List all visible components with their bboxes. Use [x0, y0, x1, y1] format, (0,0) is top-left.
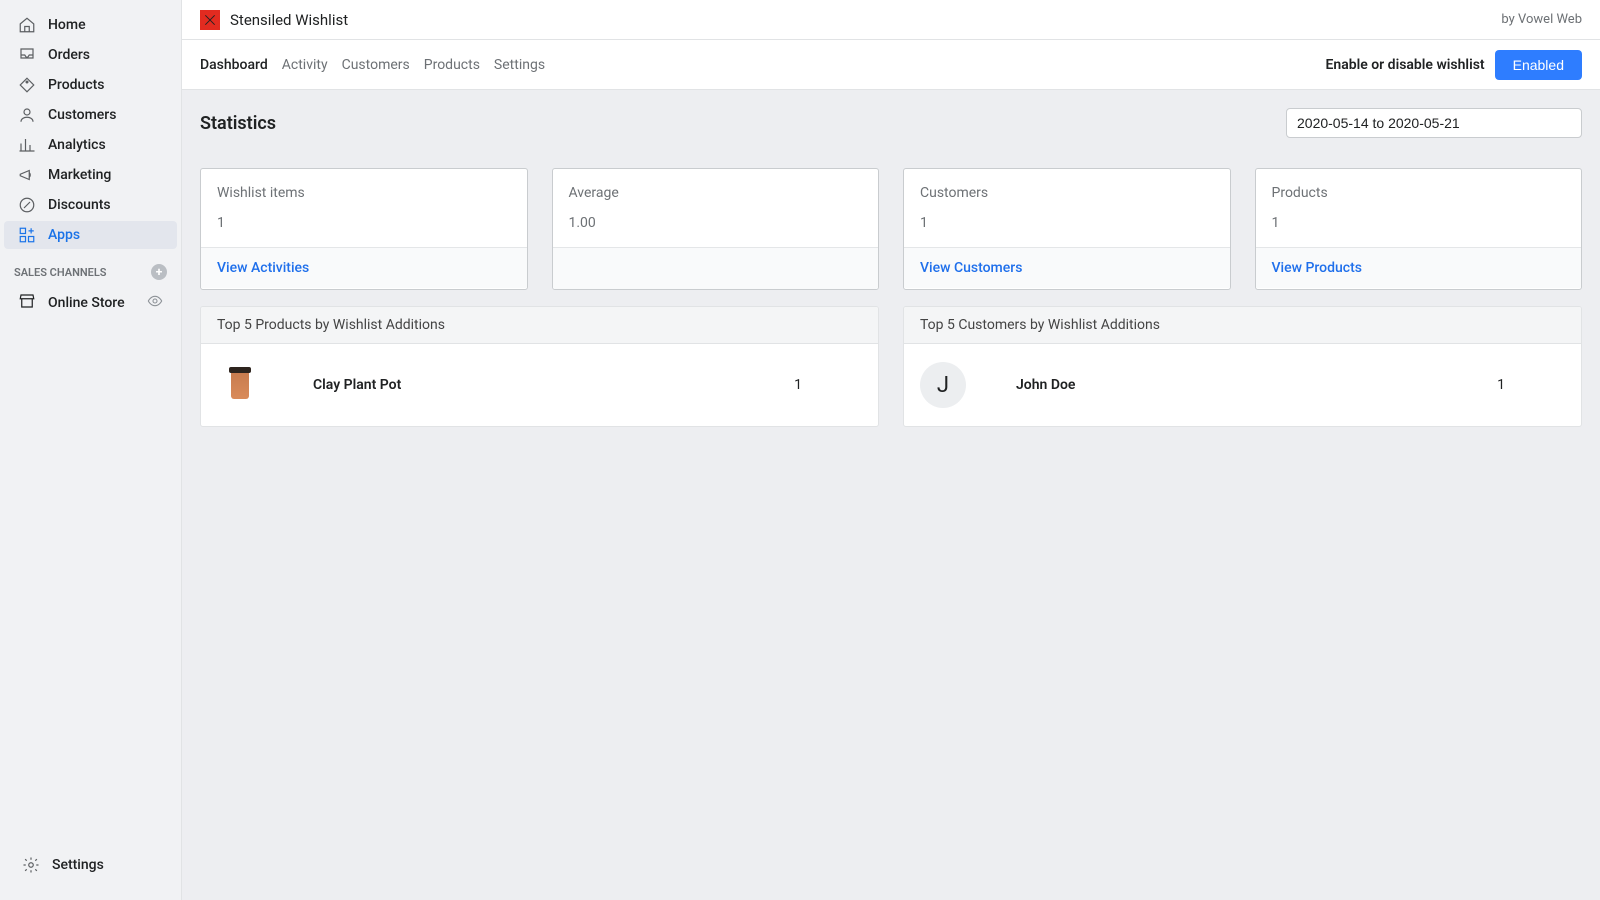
gear-icon [22, 856, 40, 874]
panel-header: Top 5 Products by Wishlist Additions [201, 307, 878, 344]
sidebar-item-settings[interactable]: Settings [8, 851, 173, 879]
sidebar-item-label: Orders [48, 47, 90, 63]
sidebar: Home Orders Products Customers Analytics… [0, 0, 182, 900]
card-value: 1 [1272, 215, 1566, 231]
sidebar-item-label: Analytics [48, 137, 106, 153]
card-value: 1.00 [569, 215, 863, 231]
date-range-input[interactable] [1286, 108, 1582, 138]
discount-icon [18, 196, 36, 214]
tab-products[interactable]: Products [424, 43, 480, 87]
customer-count: 1 [1497, 377, 1565, 393]
product-name: Clay Plant Pot [313, 377, 794, 393]
panel-top-customers: Top 5 Customers by Wishlist Additions J … [903, 306, 1582, 427]
product-count: 1 [794, 377, 862, 393]
sidebar-item-label: Products [48, 77, 105, 93]
sidebar-item-label: Home [48, 17, 86, 33]
sidebar-item-label: Marketing [48, 167, 111, 183]
product-thumbnail [217, 362, 263, 408]
sales-channels-header: SALES CHANNELS + [0, 250, 181, 286]
tab-activity[interactable]: Activity [282, 43, 328, 87]
view-activities-link[interactable]: View Activities [217, 260, 309, 276]
app-by-label: by Vowel Web [1501, 12, 1582, 27]
sidebar-item-marketing[interactable]: Marketing [4, 161, 177, 189]
card-wishlist-items: Wishlist items 1 View Activities [200, 168, 528, 290]
sidebar-item-label: Settings [52, 857, 104, 873]
channel-label: Online Store [48, 295, 125, 311]
avatar: J [920, 362, 966, 408]
tab-settings[interactable]: Settings [494, 43, 545, 87]
app-header: Stensiled Wishlist by Vowel Web [182, 0, 1600, 40]
sidebar-item-customers[interactable]: Customers [4, 101, 177, 129]
view-customers-link[interactable]: View Customers [920, 260, 1022, 276]
tab-customers[interactable]: Customers [342, 43, 410, 87]
analytics-icon [18, 136, 36, 154]
app-title: Stensiled Wishlist [230, 11, 348, 29]
user-icon [18, 106, 36, 124]
card-label: Customers [920, 185, 1214, 201]
apps-icon [18, 226, 36, 244]
card-label: Wishlist items [217, 185, 511, 201]
card-products: Products 1 View Products [1255, 168, 1583, 290]
card-value: 1 [217, 215, 511, 231]
sidebar-channel-online-store[interactable]: Online Store [4, 287, 177, 319]
tabbar: Dashboard Activity Customers Products Se… [182, 40, 1600, 90]
eye-icon[interactable] [147, 293, 163, 313]
sidebar-item-products[interactable]: Products [4, 71, 177, 99]
card-customers: Customers 1 View Customers [903, 168, 1231, 290]
view-products-link[interactable]: View Products [1272, 260, 1362, 276]
sidebar-item-apps[interactable]: Apps [4, 221, 177, 249]
card-value: 1 [920, 215, 1214, 231]
sidebar-item-label: Customers [48, 107, 116, 123]
sidebar-item-label: Discounts [48, 197, 111, 213]
table-row[interactable]: Clay Plant Pot 1 [201, 344, 878, 426]
sidebar-item-label: Apps [48, 227, 80, 243]
tab-dashboard[interactable]: Dashboard [200, 43, 268, 87]
card-average: Average 1.00 [552, 168, 880, 290]
enabled-button[interactable]: Enabled [1495, 50, 1582, 80]
sidebar-item-discounts[interactable]: Discounts [4, 191, 177, 219]
home-icon [18, 16, 36, 34]
add-channel-icon[interactable]: + [151, 264, 167, 280]
wishlist-toggle-label: Enable or disable wishlist [1325, 57, 1484, 73]
app-logo-icon [200, 10, 220, 30]
tag-icon [18, 76, 36, 94]
main-area: Stensiled Wishlist by Vowel Web Dashboar… [182, 0, 1600, 900]
sidebar-item-analytics[interactable]: Analytics [4, 131, 177, 159]
panel-header: Top 5 Customers by Wishlist Additions [904, 307, 1581, 344]
store-icon [18, 292, 36, 314]
panel-top-products: Top 5 Products by Wishlist Additions Cla… [200, 306, 879, 427]
megaphone-icon [18, 166, 36, 184]
card-label: Average [569, 185, 863, 201]
card-label: Products [1272, 185, 1566, 201]
page-title: Statistics [200, 113, 276, 134]
sidebar-item-orders[interactable]: Orders [4, 41, 177, 69]
table-row[interactable]: J John Doe 1 [904, 344, 1581, 426]
inbox-icon [18, 46, 36, 64]
sales-channels-label: SALES CHANNELS [14, 266, 107, 279]
sidebar-item-home[interactable]: Home [4, 11, 177, 39]
customer-name: John Doe [1016, 377, 1497, 393]
